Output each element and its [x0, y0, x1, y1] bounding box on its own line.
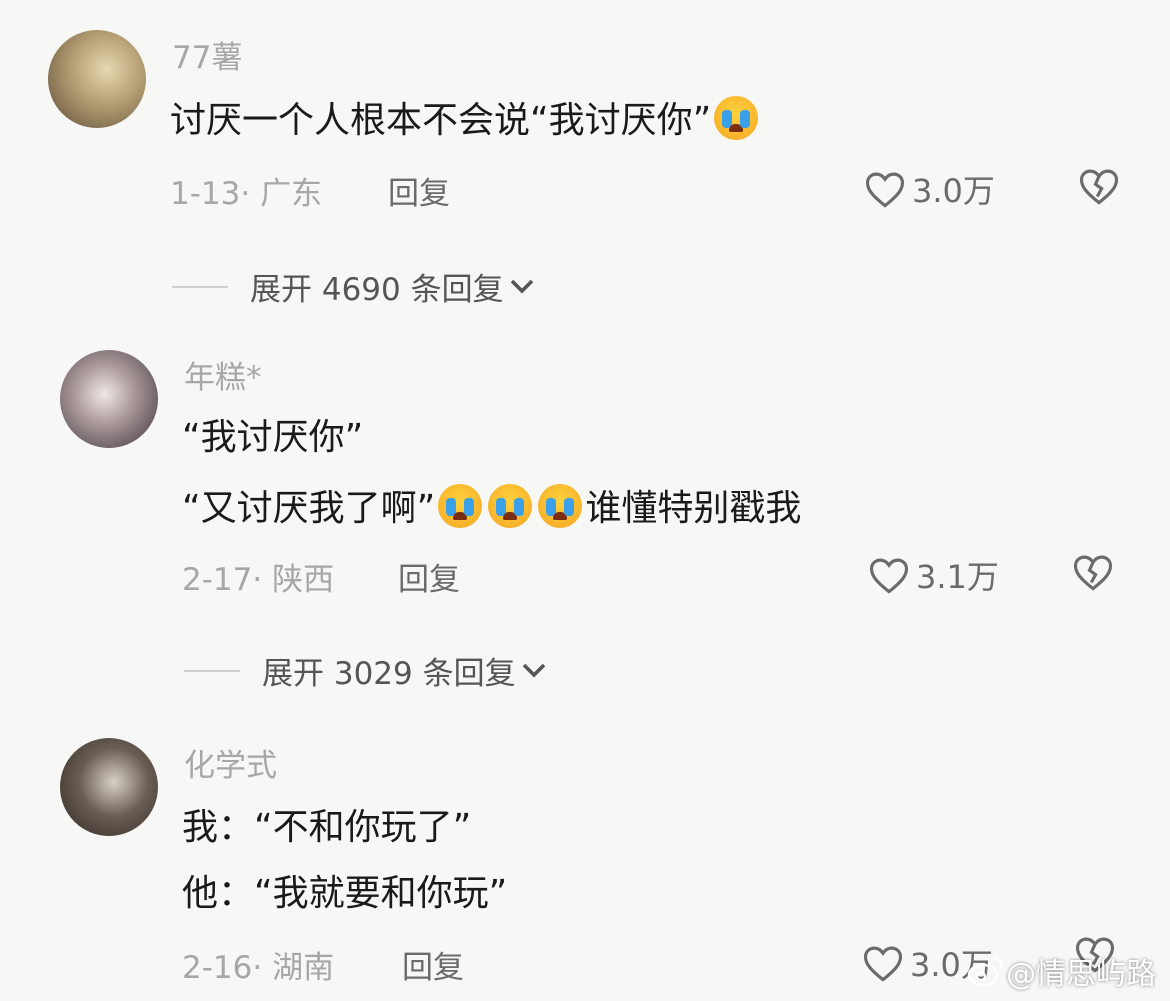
comment-text: “又讨厌我了啊” 谁懂特别戳我 — [182, 484, 801, 531]
comment-text-line: “又讨厌我了啊” — [182, 488, 436, 529]
watermark: @情思屿路 — [966, 949, 1156, 993]
crying-emoji-icon — [438, 484, 483, 528]
chevron-down-icon — [522, 663, 545, 678]
avatar[interactable] — [48, 30, 146, 128]
like-button[interactable]: 3.1万 — [868, 552, 999, 598]
expand-replies-button[interactable]: 展开 3029 条回复 — [184, 648, 548, 693]
comment-meta: 1-13· 广东 — [170, 176, 323, 212]
avatar[interactable] — [60, 738, 158, 836]
dislike-button[interactable] — [1072, 552, 1114, 596]
weibo-logo-icon — [967, 956, 1004, 987]
comment-date: 2-17 — [182, 562, 253, 598]
expand-replies-label: 展开 4690 条回复 — [250, 272, 504, 308]
watermark-text: @情思屿路 — [1006, 957, 1156, 992]
heart-outline-icon — [869, 558, 909, 594]
comment-list: 77薯 讨厌一个人根本不会说“我讨厌你” 1-13· 广东 回复 3.0万 展开… — [0, 0, 1170, 1001]
comment-username[interactable]: 化学式 — [184, 740, 277, 785]
crying-emoji-icon — [538, 484, 583, 528]
comment-username[interactable]: 年糕* — [184, 352, 262, 397]
comment-username[interactable]: 77薯 — [172, 32, 242, 77]
reply-button[interactable]: 回复 — [388, 168, 450, 213]
like-button[interactable]: 3.0万 — [864, 166, 995, 212]
comment-text-line: 他：“我就要和你玩” — [182, 873, 508, 914]
comment-text-line: “我讨厌你” — [182, 417, 364, 458]
broken-heart-icon — [1073, 555, 1113, 591]
like-count: 3.0万 — [912, 172, 995, 210]
comment-meta: 2-17· 陕西 — [182, 562, 335, 598]
divider — [172, 285, 228, 288]
divider — [184, 669, 240, 672]
heart-outline-icon — [865, 172, 905, 208]
expand-replies-label: 展开 3029 条回复 — [262, 656, 516, 692]
comment-date: 1-13 — [170, 176, 241, 212]
like-count: 3.1万 — [916, 558, 999, 596]
broken-heart-icon — [1079, 169, 1119, 205]
comment-text: 讨厌一个人根本不会说“我讨厌你” — [170, 96, 761, 143]
crying-emoji-icon — [488, 484, 533, 528]
comment-meta: 2-16· 湖南 — [182, 950, 335, 986]
avatar[interactable] — [60, 350, 158, 448]
dislike-button[interactable] — [1078, 166, 1120, 210]
comment-date: 2-16 — [182, 950, 253, 986]
comment-text-line: 讨厌一个人根本不会说“我讨厌你” — [170, 100, 712, 141]
comment-location: 湖南 — [272, 950, 335, 986]
reply-button[interactable]: 回复 — [402, 942, 464, 987]
crying-emoji-icon — [714, 96, 759, 140]
comment-location: 广东 — [260, 176, 323, 212]
expand-replies-button[interactable]: 展开 4690 条回复 — [172, 264, 536, 309]
comment-text-line: 我：“不和你玩了” — [182, 807, 472, 848]
chevron-down-icon — [510, 279, 533, 294]
reply-button[interactable]: 回复 — [398, 554, 460, 599]
comment-location: 陕西 — [272, 562, 335, 598]
heart-outline-icon — [863, 946, 903, 982]
comment-text-line: 谁懂特别戳我 — [585, 488, 802, 529]
